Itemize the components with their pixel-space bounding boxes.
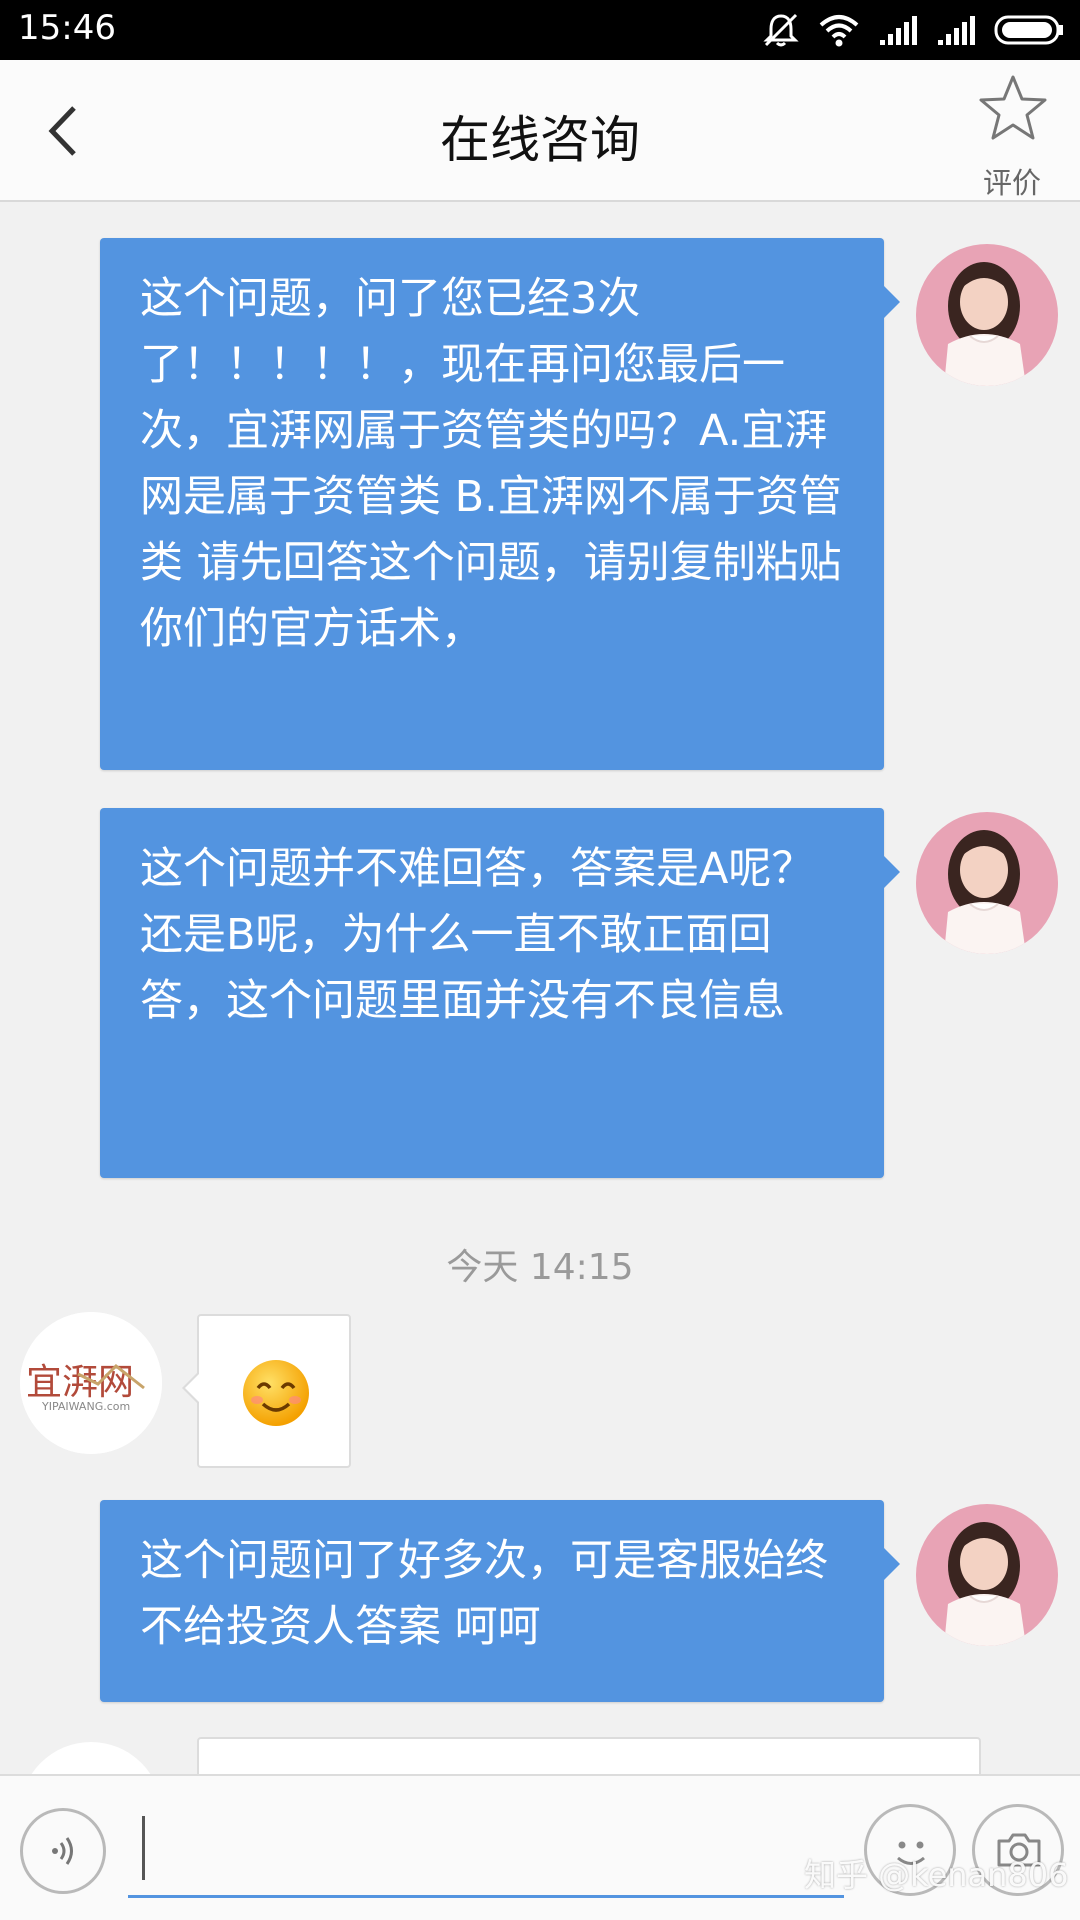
agent-avatar[interactable] — [20, 1742, 162, 1774]
agent-message-bubble[interactable] — [197, 1737, 981, 1774]
smile-emoji-icon — [243, 1360, 309, 1426]
status-icons — [762, 12, 1066, 48]
chat-area[interactable]: 这个问题，问了您已经3次了！！！！！，现在再问您最后一次，宜湃网属于资管类的吗？… — [0, 204, 1080, 1774]
user-avatar[interactable] — [916, 1504, 1058, 1646]
status-bar: 15:46 — [0, 0, 1080, 60]
user-avatar[interactable] — [916, 812, 1058, 954]
message-timestamp: 今天 14:15 — [446, 1247, 634, 1288]
girl-avatar-image — [916, 1504, 1058, 1646]
user-message-bubble[interactable]: 这个问题，问了您已经3次了！！！！！，现在再问您最后一次，宜湃网属于资管类的吗？… — [100, 238, 900, 770]
text-cursor — [142, 1816, 145, 1880]
voice-wave-icon — [52, 1837, 73, 1865]
logo-subtext: YIPAIWANG.com — [41, 1400, 130, 1413]
rate-label: 评价 — [982, 166, 1041, 200]
star-icon — [979, 75, 1047, 140]
top-app-bar: 在线咨询 评价 — [0, 60, 1080, 202]
signal-icon-2 — [938, 16, 975, 45]
girl-avatar-image — [916, 812, 1058, 954]
message-input[interactable] — [128, 1798, 844, 1898]
battery-icon — [994, 15, 1063, 45]
wifi-icon — [819, 15, 859, 47]
message-text: 这个问题问了好多次，可是客服始终不给投资人答案 呵呵 — [140, 1536, 828, 1652]
silent-bell-icon — [763, 13, 799, 47]
message-text: 这个问题，问了您已经3次了！！！！！，现在再问您最后一次，宜湃网属于资管类的吗？… — [140, 274, 842, 654]
user-message-bubble[interactable]: 这个问题并不难回答，答案是A呢？ 还是B呢，为什么一直不敢正面回答，这个问题里面… — [100, 808, 900, 1178]
voice-input-button[interactable] — [20, 1808, 106, 1894]
girl-avatar-image — [916, 244, 1058, 386]
user-avatar[interactable] — [916, 244, 1058, 386]
watermark: 知乎 @kenan806 — [804, 1856, 1069, 1894]
status-time: 15:46 — [18, 8, 116, 48]
message-text: 这个问题并不难回答，答案是A呢？ 还是B呢，为什么一直不敢正面回答，这个问题里面… — [140, 844, 815, 1026]
agent-message-bubble[interactable] — [182, 1314, 351, 1468]
user-message-bubble[interactable]: 这个问题问了好多次，可是客服始终不给投资人答案 呵呵 — [100, 1500, 900, 1702]
signal-icon-1 — [880, 16, 917, 45]
page-title: 在线咨询 — [440, 111, 640, 169]
yipaiwang-logo-icon: 宜湃网 YIPAIWANG.com — [20, 1312, 162, 1454]
agent-avatar[interactable]: 宜湃网 YIPAIWANG.com — [20, 1312, 162, 1454]
rate-button[interactable]: 评价 — [970, 74, 1054, 200]
message-input-bar — [0, 1774, 1080, 1920]
